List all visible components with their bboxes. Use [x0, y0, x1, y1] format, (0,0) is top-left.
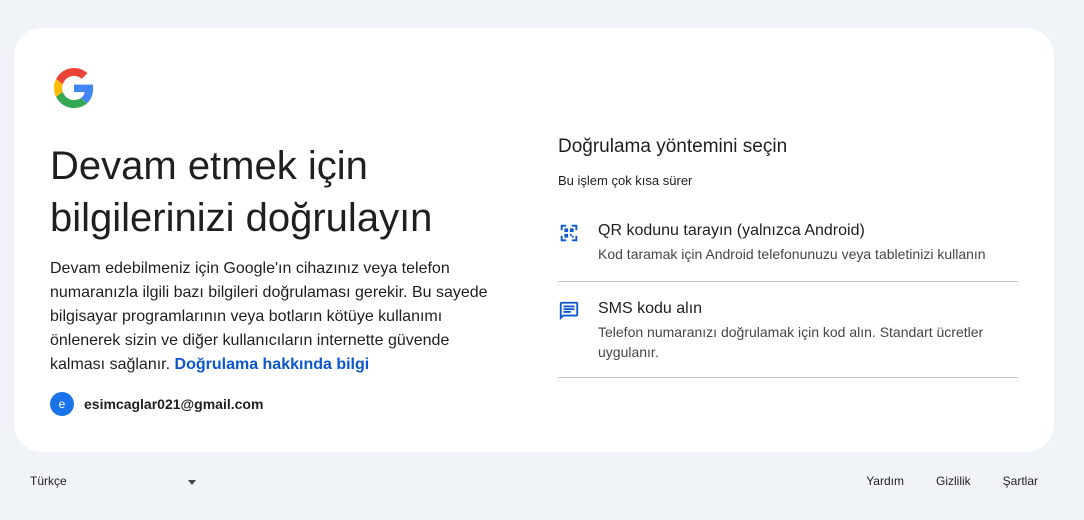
help-link[interactable]: Yardım [866, 474, 904, 488]
verify-method-subtitle: Bu işlem çok kısa sürer [558, 173, 693, 188]
chevron-down-icon [188, 480, 196, 485]
option-qr-code[interactable]: QR kodunu tarayın (yalnızca Android) Kod… [558, 204, 1018, 282]
footer-links: Yardım Gizlilik Şartlar [866, 474, 1038, 488]
avatar: e [50, 392, 74, 416]
language-selector[interactable]: Türkçe [30, 474, 198, 488]
account-chip: e esimcaglar021@gmail.com [50, 392, 263, 416]
account-email: esimcaglar021@gmail.com [84, 396, 264, 412]
page-title: Devam etmek için bilgilerinizi doğrulayı… [50, 144, 433, 240]
learn-more-link[interactable]: Doğrulama hakkında bilgi [175, 356, 370, 373]
option-sms[interactable]: SMS kodu alın Telefon numaranızı doğrula… [558, 282, 1018, 378]
verify-options-list: QR kodunu tarayın (yalnızca Android) Kod… [558, 204, 1018, 378]
option-sms-title: SMS kodu alın [598, 300, 703, 317]
language-label: Türkçe [30, 474, 67, 488]
sms-icon [559, 301, 579, 321]
privacy-link[interactable]: Gizlilik [936, 474, 971, 488]
option-qr-title: QR kodunu tarayın (yalnızca Android) [598, 222, 865, 239]
terms-link[interactable]: Şartlar [1003, 474, 1038, 488]
footer: Türkçe Yardım Gizlilik Şartlar [0, 474, 1084, 494]
option-sms-description: Telefon numaranızı doğrulamak için kod a… [598, 324, 984, 360]
option-qr-description: Kod taramak için Android telefonunuzu ve… [598, 246, 986, 262]
description: Devam edebilmeniz için Google'ın cihazın… [50, 257, 500, 377]
verification-card: Devam etmek için bilgilerinizi doğrulayı… [14, 28, 1054, 452]
verify-method-title: Doğrulama yöntemini seçin [558, 136, 788, 157]
qr-code-icon [560, 224, 578, 242]
google-logo [54, 68, 94, 108]
